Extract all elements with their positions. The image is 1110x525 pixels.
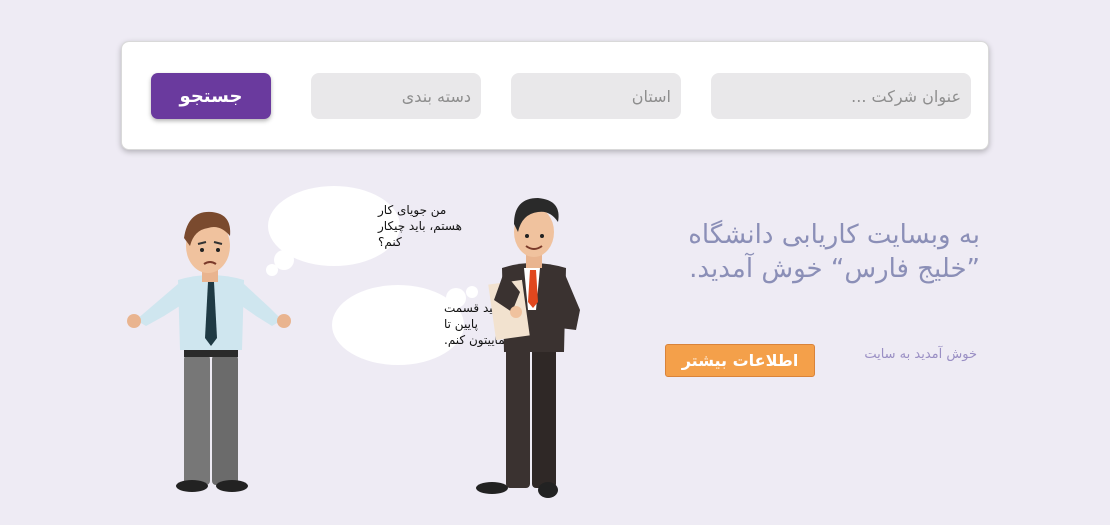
job-seeker-bubble-line-2: هستم، باید چیکار: [377, 219, 462, 234]
job-seeker-speech-bubble: من جویای کار هستم، باید چیکار کنم؟: [266, 186, 462, 276]
hero-title: به وبسایت کاریابی دانشگاه ”خلیج فارس“ خو…: [620, 218, 980, 286]
province-input[interactable]: [511, 73, 681, 119]
hero-title-line-2: ”خلیج فارس“ خوش آمدید.: [689, 254, 980, 284]
guide-bubble-line-2: پایین تا: [444, 317, 478, 332]
job-seeker-bubble-line-3: کنم؟: [378, 235, 402, 249]
hero-title-line-1: به وبسایت کاریابی دانشگاه: [688, 220, 980, 250]
search-panel: جستجو: [121, 41, 989, 150]
company-title-input[interactable]: [711, 73, 971, 119]
welcome-link[interactable]: خوش آمدید به سایت: [835, 347, 977, 362]
more-info-button[interactable]: اطلاعات بیشتر: [665, 344, 815, 377]
job-seeker-bubble-line-1: من جویای کار: [377, 203, 446, 218]
job-seeker-figure: [127, 211, 291, 492]
search-button[interactable]: جستجو: [151, 73, 271, 119]
category-input[interactable]: [311, 73, 481, 119]
job-seekers-illustration: من جویای کار هستم، باید چیکار کنم؟ بیایی…: [127, 186, 580, 498]
guide-figure: [476, 198, 580, 498]
